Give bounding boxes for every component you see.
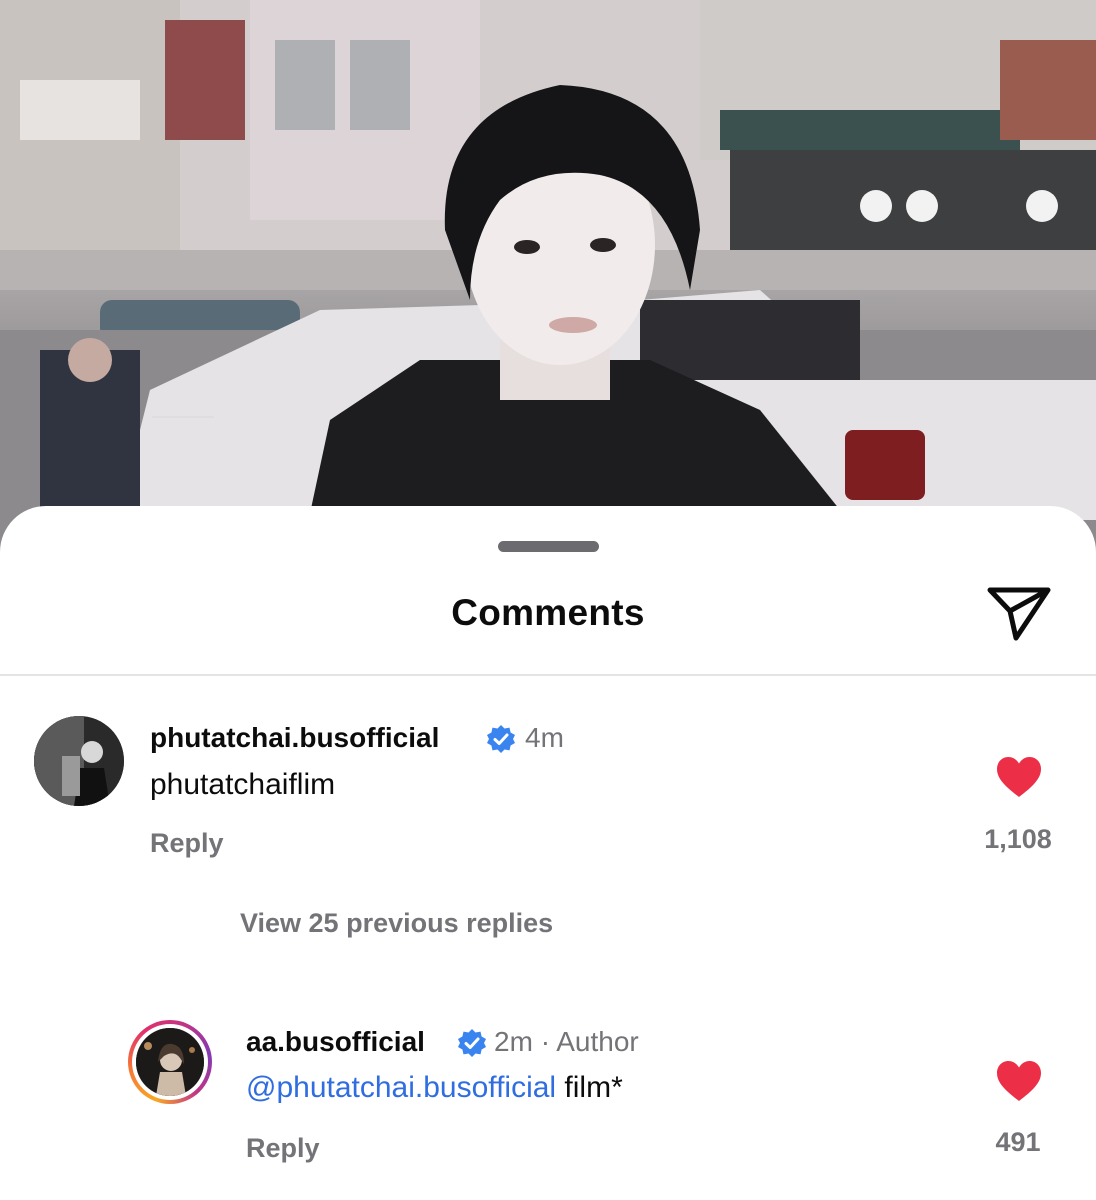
reply-body: film* [556,1071,623,1104]
comment-username[interactable]: phutatchai.busofficial [150,722,439,754]
like-count: 491 [995,1127,1041,1157]
header-divider [0,674,1096,676]
verified-badge-icon [458,1029,486,1057]
reply-username[interactable]: aa.busofficial [246,1026,425,1058]
comment-timestamp: 4m [525,722,564,753]
avatar[interactable] [136,1028,204,1096]
story-ring[interactable] [128,1020,212,1104]
like-count: 1,108 [984,824,1052,854]
reply-meta: 2m · Author [494,1026,639,1058]
thread-connector-line [152,416,214,418]
view-previous-replies-button[interactable]: View 25 previous replies [240,908,553,939]
reply-button[interactable]: Reply [246,1133,320,1164]
verified-badge-icon [487,725,515,753]
paper-plane-icon[interactable] [986,584,1052,642]
post-photo [0,0,1096,560]
heart-icon[interactable] [996,1060,1042,1102]
meta-separator: · [540,1026,551,1057]
comment-text: phutatchaiflim [150,768,336,801]
sheet-title: Comments [451,592,645,633]
reply-timestamp: 2m [494,1026,533,1057]
street-photo-illustration [0,0,1096,560]
mention-link[interactable]: @phutatchai.busofficial [246,1071,556,1104]
reply-text: @phutatchai.busofficial film* [246,1071,623,1105]
avatar-image [136,1028,204,1096]
avatar[interactable] [34,716,124,806]
avatar-image [34,716,124,806]
author-label: Author [556,1026,639,1057]
heart-icon[interactable] [996,756,1042,798]
sheet-grabber-handle[interactable] [498,541,599,552]
reply-button[interactable]: Reply [150,828,224,859]
